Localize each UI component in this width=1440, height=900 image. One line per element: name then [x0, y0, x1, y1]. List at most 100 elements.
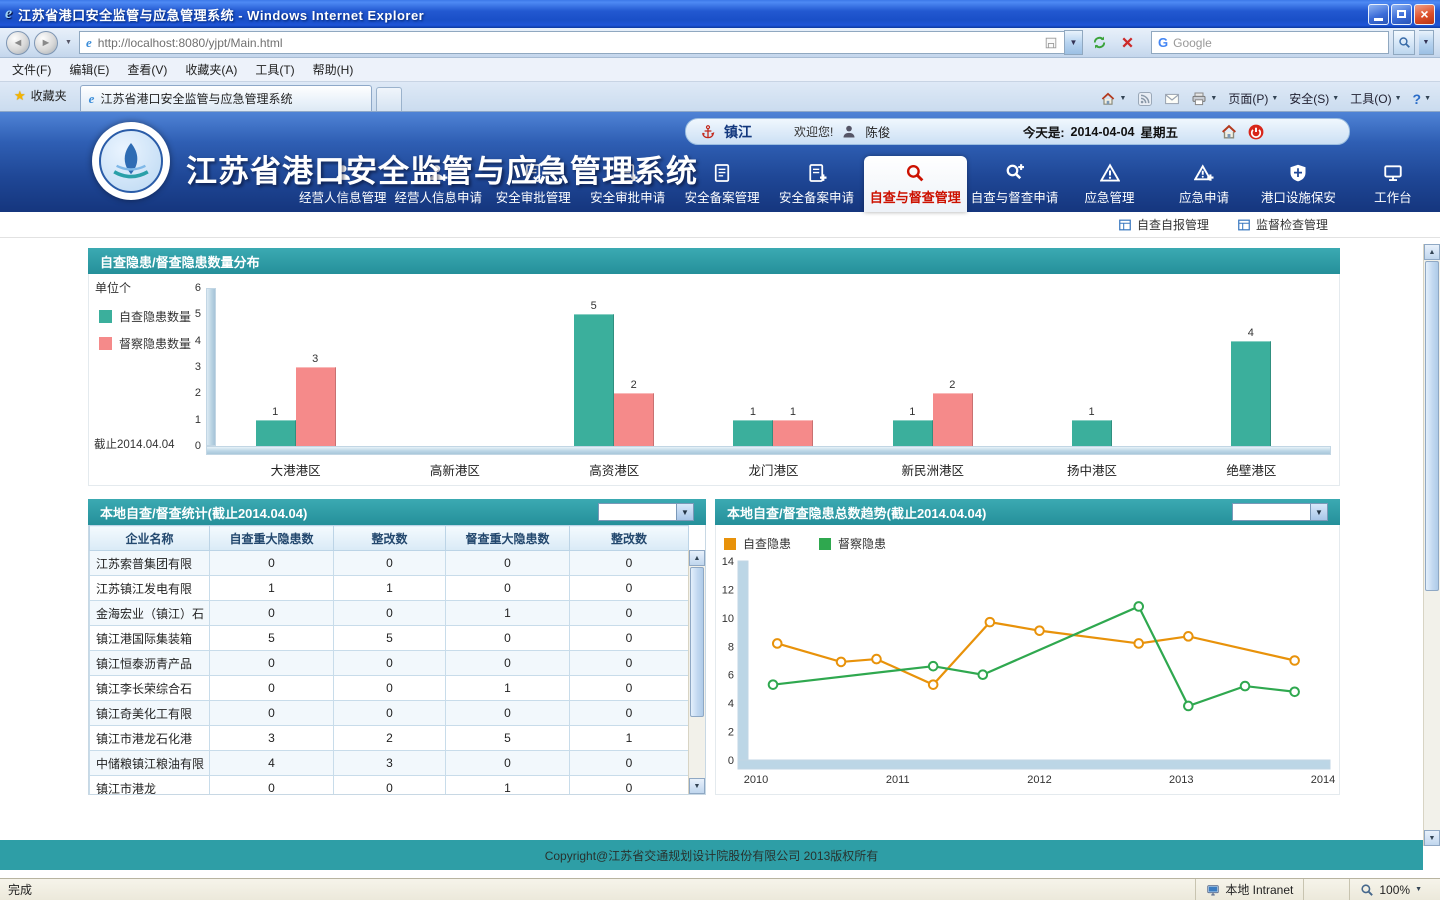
table-cell: 金海宏业（镇江）石 — [90, 601, 210, 626]
table-scrollbar[interactable]: ▲ ▼ — [688, 550, 705, 794]
menubar-item[interactable]: 帮助(H) — [305, 58, 362, 81]
table-cell: 1 — [446, 676, 570, 701]
scroll-up-button[interactable]: ▲ — [689, 550, 705, 566]
nav-item-label: 工作台 — [1374, 187, 1412, 206]
table-row[interactable]: 镇江市港龙石化港3251 — [90, 726, 689, 751]
logout-button[interactable] — [1247, 123, 1265, 141]
table-cell: 0 — [334, 551, 446, 576]
table-cell: 0 — [570, 576, 689, 601]
menubar-item[interactable]: 查看(V) — [119, 58, 175, 81]
nav-item-6[interactable]: 安全备案申请 — [769, 163, 863, 212]
nav-item-10[interactable]: 应急申请 — [1157, 163, 1251, 212]
command-button[interactable]: 页面(P)▼ — [1228, 90, 1278, 107]
page-scrollbar[interactable]: ▲ ▼ — [1423, 244, 1440, 846]
print-button[interactable]: ▼ — [1191, 91, 1217, 107]
nav-item-7[interactable]: 自查与督查管理 — [864, 156, 967, 212]
table-row[interactable]: 镇江奇美化工有限0000 — [90, 701, 689, 726]
favorites-button[interactable]: ★ 收藏夹 — [5, 83, 76, 111]
scroll-thumb[interactable] — [690, 567, 704, 717]
home-shortcut-button[interactable] — [1220, 123, 1238, 141]
table-cell: 0 — [446, 551, 570, 576]
stop-button[interactable] — [1115, 30, 1139, 55]
table-row[interactable]: 镇江李长荣综合石0010 — [90, 676, 689, 701]
minimize-button[interactable] — [1368, 4, 1389, 25]
table-cell: 0 — [334, 701, 446, 726]
submenu-item[interactable]: 自查自报管理 — [1118, 216, 1209, 233]
url-text: http://localhost:8080/yjpt/Main.html — [98, 36, 1038, 50]
compatibility-view-icon[interactable] — [1044, 36, 1058, 50]
menubar-item[interactable]: 工具(T) — [247, 58, 302, 81]
scroll-thumb[interactable] — [1425, 261, 1439, 591]
svg-text:2012: 2012 — [1027, 774, 1051, 786]
zoom-control[interactable]: 100% ▼ — [1349, 879, 1432, 900]
search-input[interactable]: G Google — [1151, 31, 1389, 54]
user-info-bar: 镇江 欢迎您! 陈俊 今天是: 2014-04-04 星期五 — [685, 118, 1350, 145]
stats-table-panel: 本地自查/督查统计(截止2014.04.04) ▼ 企业名称自查重大隐患数整改数… — [88, 499, 706, 795]
table-cell: 0 — [570, 626, 689, 651]
table-row[interactable]: 镇江市港龙0010 — [90, 776, 689, 796]
menubar-item[interactable]: 编辑(E) — [61, 58, 117, 81]
table-cell: 0 — [570, 701, 689, 726]
table-cell: 0 — [334, 776, 446, 796]
history-dropdown[interactable]: ▼ — [62, 31, 75, 55]
table-row[interactable]: 江苏镇江发电有限1100 — [90, 576, 689, 601]
table-row[interactable]: 镇江恒泰沥青产品0000 — [90, 651, 689, 676]
table-row[interactable]: 中储粮镇江粮油有限4300 — [90, 751, 689, 776]
command-bar: ▼ ▼ 页面(P)▼ 安全(S)▼ 工具(O)▼ ? ▼ — [1096, 90, 1435, 111]
table-cell: 5 — [334, 626, 446, 651]
forward-button[interactable]: ► — [34, 31, 58, 55]
tab-active[interactable]: e 江苏省港口安全监管与应急管理系统 — [80, 85, 372, 111]
submenu-item[interactable]: 监督检查管理 — [1237, 216, 1328, 233]
mail-icon — [1164, 91, 1180, 107]
date-display: 今天是: 2014-04-04 星期五 — [1023, 122, 1178, 141]
table-cell: 0 — [570, 551, 689, 576]
bar-value-label: 1 — [733, 406, 772, 418]
mail-button[interactable] — [1164, 91, 1180, 107]
feed-button[interactable] — [1137, 91, 1153, 107]
table-filter-dropdown[interactable]: ▼ — [598, 503, 694, 521]
scroll-down-button[interactable]: ▼ — [1424, 830, 1440, 846]
stats-table: 企业名称自查重大隐患数整改数督查重大隐患数整改数 江苏索普集团有限0000江苏镇… — [89, 525, 689, 795]
home-button[interactable]: ▼ — [1100, 91, 1126, 107]
table-cell: 江苏索普集团有限 — [90, 551, 210, 576]
bar-value-label: 1 — [1072, 406, 1111, 418]
search-placeholder-text: Google — [1173, 36, 1382, 50]
nav-item-9[interactable]: 应急管理 — [1062, 163, 1156, 212]
table-row[interactable]: 金海宏业（镇江）石0010 — [90, 601, 689, 626]
table-cell: 1 — [210, 576, 334, 601]
trend-filter-dropdown[interactable]: ▼ — [1232, 503, 1328, 521]
svg-text:14: 14 — [722, 556, 734, 568]
command-button[interactable]: 工具(O)▼ — [1350, 90, 1401, 107]
axis-category-label: 新民洲港区 — [853, 460, 1012, 479]
command-button[interactable]: 安全(S)▼ — [1289, 90, 1339, 107]
table-cell: 镇江市港龙 — [90, 776, 210, 796]
new-tab-button[interactable] — [376, 87, 402, 111]
help-button[interactable]: ? ▼ — [1413, 91, 1432, 107]
nav-item-8[interactable]: 自查与督查申请 — [967, 163, 1063, 212]
table-cell: 镇江奇美化工有限 — [90, 701, 210, 726]
search-button[interactable] — [1393, 30, 1415, 55]
legend-item: 督察隐患 — [819, 535, 886, 552]
bar: 1 — [773, 420, 813, 446]
legend-swatch — [819, 538, 831, 550]
scroll-up-button[interactable]: ▲ — [1424, 244, 1440, 260]
zoom-icon — [1360, 883, 1374, 897]
sub-menu-bar: 自查自报管理 监督检查管理 — [0, 212, 1440, 238]
bar-group: 11 — [694, 288, 853, 446]
bar: 1 — [1072, 420, 1112, 446]
warning-icon — [1100, 163, 1120, 183]
scroll-down-button[interactable]: ▼ — [689, 778, 705, 794]
refresh-button[interactable] — [1087, 30, 1111, 55]
menubar-item[interactable]: 文件(F) — [4, 58, 59, 81]
search-dropdown[interactable]: ▼ — [1419, 30, 1434, 55]
nav-item-11[interactable]: 港口设施保安 — [1251, 163, 1345, 212]
close-button[interactable]: × — [1414, 4, 1435, 25]
table-row[interactable]: 镇江港国际集装箱5500 — [90, 626, 689, 651]
address-input[interactable]: e http://localhost:8080/yjpt/Main.html — [79, 31, 1064, 54]
back-button[interactable]: ◄ — [6, 31, 30, 55]
menubar-item[interactable]: 收藏夹(A) — [177, 58, 245, 81]
maximize-button[interactable] — [1391, 4, 1412, 25]
address-dropdown[interactable]: ▼ — [1064, 30, 1083, 55]
table-row[interactable]: 江苏索普集团有限0000 — [90, 551, 689, 576]
nav-item-12[interactable]: 工作台 — [1346, 163, 1440, 212]
